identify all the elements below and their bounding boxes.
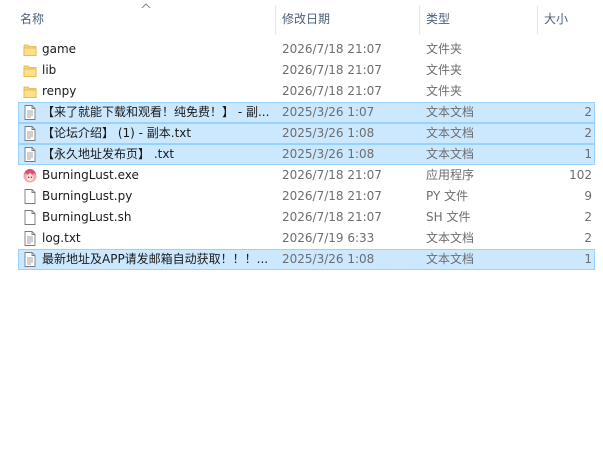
blank-file-icon bbox=[22, 209, 38, 226]
file-type: 文本文档 bbox=[426, 252, 475, 266]
file-size: 2 bbox=[584, 105, 592, 119]
file-row[interactable]: 【永久地址发布页】 .txt 2025/3/26 1:08 文本文档 1 bbox=[0, 144, 603, 165]
file-date: 2026/7/18 21:07 bbox=[282, 210, 382, 224]
file-type: 文件夹 bbox=[426, 84, 463, 98]
file-name: BurningLust.sh bbox=[42, 210, 132, 224]
file-name: BurningLust.exe bbox=[42, 168, 139, 182]
file-date: 2025/3/26 1:08 bbox=[282, 126, 375, 140]
file-type: SH 文件 bbox=[426, 210, 471, 224]
file-name: BurningLust.py bbox=[42, 189, 133, 203]
file-row[interactable]: 【论坛介绍】 (1) - 副本.txt 2025/3/26 1:08 文本文档 2 bbox=[0, 123, 603, 144]
file-size: 9 bbox=[584, 189, 592, 203]
file-size: 2 bbox=[584, 126, 592, 140]
folder-icon bbox=[22, 41, 38, 58]
file-type: 文本文档 bbox=[426, 126, 475, 140]
folder-icon bbox=[22, 83, 38, 100]
file-type: 文本文档 bbox=[426, 105, 475, 119]
file-name: log.txt bbox=[42, 231, 81, 245]
file-row[interactable]: log.txt 2026/7/19 6:33 文本文档 2 bbox=[0, 228, 603, 249]
file-type: 应用程序 bbox=[426, 168, 475, 182]
file-row[interactable]: renpy 2026/7/18 21:07 文件夹 bbox=[0, 81, 603, 102]
file-name: 【论坛介绍】 (1) - 副本.txt bbox=[42, 126, 192, 140]
file-size: 1 bbox=[584, 252, 592, 266]
column-header: 名称 修改日期 类型 大小 bbox=[0, 0, 603, 38]
file-date: 2026/7/18 21:07 bbox=[282, 63, 382, 77]
text-file-icon bbox=[22, 230, 38, 247]
file-name: renpy bbox=[42, 84, 77, 98]
file-size: 102 bbox=[569, 168, 592, 182]
file-size bbox=[530, 60, 592, 81]
file-type: 文件夹 bbox=[426, 42, 463, 56]
file-name: game bbox=[42, 42, 77, 56]
file-row[interactable]: BurningLust.sh 2026/7/18 21:07 SH 文件 2 bbox=[0, 207, 603, 228]
file-name: 【永久地址发布页】 .txt bbox=[42, 147, 175, 161]
file-name: 最新地址及APP请发邮箱自动获取！！！... bbox=[42, 252, 269, 266]
text-file-icon bbox=[22, 104, 38, 121]
file-date: 2026/7/18 21:07 bbox=[282, 84, 382, 98]
file-size bbox=[530, 39, 592, 60]
blank-file-icon bbox=[22, 188, 38, 205]
column-type[interactable]: 类型 bbox=[420, 0, 537, 38]
file-date: 2025/3/26 1:07 bbox=[282, 105, 375, 119]
file-name: 【来了就能下载和观看！纯免费！】 - 副... bbox=[42, 105, 270, 119]
file-date: 2026/7/18 21:07 bbox=[282, 42, 382, 56]
app-exe-icon bbox=[22, 167, 38, 184]
file-row[interactable]: 最新地址及APP请发邮箱自动获取！！！... 2025/3/26 1:08 文本文档… bbox=[0, 249, 603, 270]
file-row[interactable]: lib 2026/7/18 21:07 文件夹 bbox=[0, 60, 603, 81]
file-row[interactable]: BurningLust.py 2026/7/18 21:07 PY 文件 9 bbox=[0, 186, 603, 207]
column-size[interactable]: 大小 bbox=[538, 0, 603, 38]
file-date: 2025/3/26 1:08 bbox=[282, 147, 375, 161]
file-size bbox=[530, 81, 592, 102]
folder-icon bbox=[22, 62, 38, 79]
file-date: 2026/7/18 21:07 bbox=[282, 189, 382, 203]
column-date[interactable]: 修改日期 bbox=[276, 0, 419, 38]
text-file-icon bbox=[22, 125, 38, 142]
file-size: 2 bbox=[584, 231, 592, 245]
file-date: 2026/7/18 21:07 bbox=[282, 168, 382, 182]
column-name[interactable]: 名称 bbox=[14, 0, 276, 38]
file-date: 2026/7/19 6:33 bbox=[282, 231, 375, 245]
file-name: lib bbox=[42, 63, 57, 77]
file-date: 2025/3/26 1:08 bbox=[282, 252, 375, 266]
file-size: 2 bbox=[584, 210, 592, 224]
file-size: 1 bbox=[584, 147, 592, 161]
file-row[interactable]: game 2026/7/18 21:07 文件夹 bbox=[0, 39, 603, 60]
file-type: 文件夹 bbox=[426, 63, 463, 77]
file-row[interactable]: BurningLust.exe 2026/7/18 21:07 应用程序 102 bbox=[0, 165, 603, 186]
file-list: game 2026/7/18 21:07 文件夹 lib 2026/7/18 21:07… bbox=[0, 39, 603, 270]
text-file-icon bbox=[22, 146, 38, 163]
text-file-icon bbox=[22, 251, 38, 268]
file-type: 文本文档 bbox=[426, 147, 475, 161]
file-type: PY 文件 bbox=[426, 189, 469, 203]
file-type: 文本文档 bbox=[426, 231, 475, 245]
file-row[interactable]: 【来了就能下载和观看！纯免费！】 - 副... 2025/3/26 1:07 文本文… bbox=[0, 102, 603, 123]
